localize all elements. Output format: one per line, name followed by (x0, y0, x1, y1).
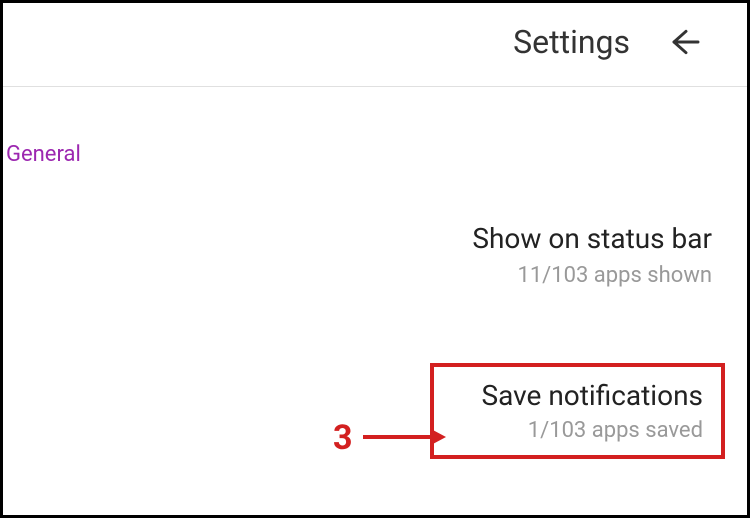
setting-show-on-status-bar[interactable]: Show on status bar 11/103 apps shown (3, 222, 747, 288)
annotation-arrow-icon (361, 425, 446, 449)
annotation-step-number: 3 (333, 418, 353, 458)
back-icon[interactable] (670, 26, 702, 58)
page-title: Settings (513, 23, 630, 61)
setting-title: Save notifications (452, 379, 703, 412)
section-general-label: General (3, 87, 747, 167)
header: Settings (3, 3, 747, 87)
setting-subtitle: 11/103 apps shown (3, 263, 712, 288)
setting-save-notifications[interactable]: Save notifications 1/103 apps saved (430, 363, 725, 459)
setting-subtitle: 1/103 apps saved (452, 418, 703, 443)
setting-title: Show on status bar (3, 222, 712, 255)
